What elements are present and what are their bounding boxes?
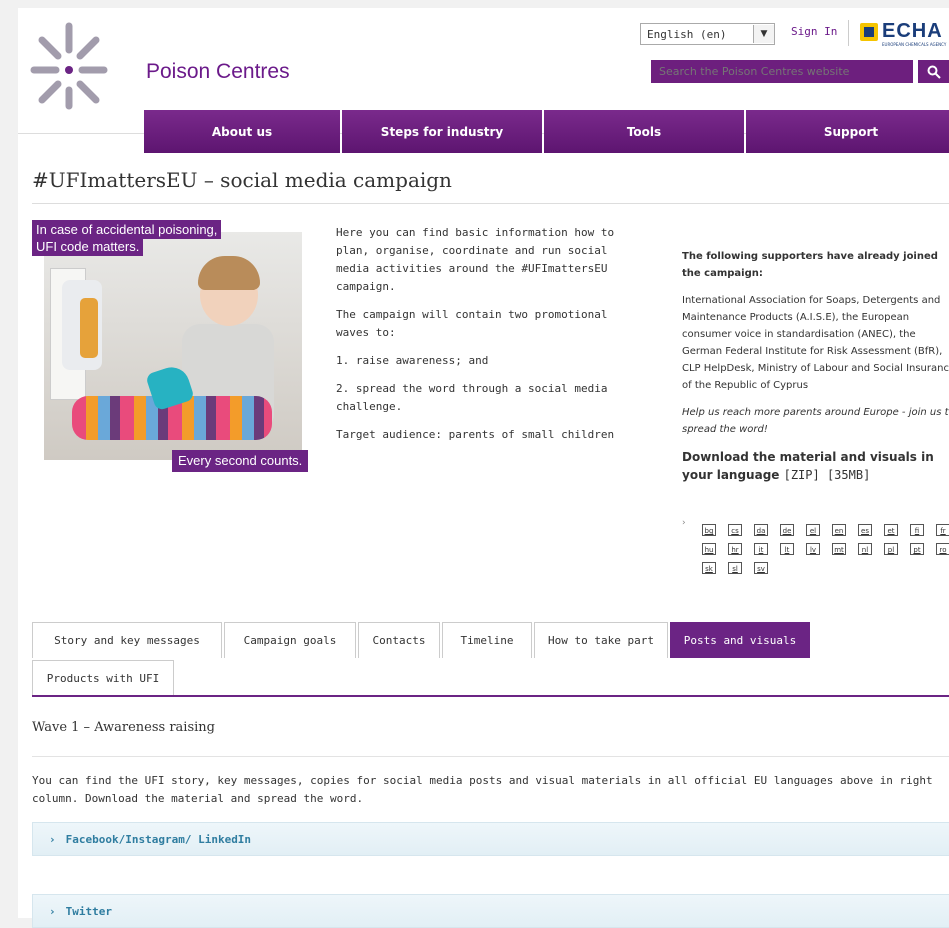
echa-logo-subtext: EUROPEAN CHEMICALS AGENCY	[882, 42, 947, 47]
chevron-right-icon: ›	[49, 832, 56, 846]
language-download-link[interactable]: hu	[702, 543, 716, 555]
language-download-link[interactable]: es	[858, 524, 872, 536]
echa-logo-text: ECHA	[882, 20, 943, 42]
poison-centres-logo[interactable]	[28, 18, 110, 110]
language-download-link[interactable]: et	[884, 524, 898, 536]
accordion-twitter[interactable]: › Twitter	[32, 894, 949, 928]
language-download-link[interactable]: bg	[702, 524, 716, 536]
page: Poison Centres English (en) ▼ Sign In EC…	[18, 8, 949, 928]
download-heading: Download the material and visuals in you…	[682, 448, 949, 484]
wave-rule	[32, 756, 949, 757]
language-download-link[interactable]: sl	[728, 562, 742, 574]
page-title: #UFImattersEU – social media campaign	[32, 168, 452, 192]
campaign-image: In case of accidental poisoning, UFI cod…	[32, 220, 314, 472]
language-download-link[interactable]: fi	[910, 524, 924, 536]
echa-logo-mark	[860, 23, 878, 41]
intro-text: Here you can find basic information how …	[336, 224, 626, 454]
accordion-label: Twitter	[65, 904, 112, 918]
intro-paragraph: Target audience: parents of small childr…	[336, 428, 615, 441]
language-download-link[interactable]: lt	[780, 543, 794, 555]
language-download-link[interactable]: da	[754, 524, 768, 536]
language-download-link[interactable]: pt	[910, 543, 924, 555]
search-button[interactable]	[916, 60, 949, 83]
intro-paragraph: The campaign will contain two promotiona…	[336, 308, 608, 339]
chevron-right-icon: ›	[682, 518, 686, 528]
language-select[interactable]: English (en) ▼	[640, 23, 775, 45]
tab-posts-and-visuals[interactable]: Posts and visuals	[670, 622, 810, 658]
chevron-down-icon[interactable]: ▼	[753, 25, 774, 43]
site-name[interactable]: Poison Centres	[146, 60, 290, 84]
language-download-link[interactable]: fr	[936, 524, 949, 536]
image-caption-top-2: UFI code matters.	[32, 237, 144, 256]
search-input[interactable]	[651, 60, 913, 83]
echa-logo[interactable]: ECHA EUROPEAN CHEMICALS AGENCY	[858, 20, 949, 48]
language-download-link[interactable]: pl	[884, 543, 898, 555]
language-download-link[interactable]: de	[780, 524, 794, 536]
supporters-column: The following supporters have already jo…	[682, 248, 949, 494]
download-meta: [ZIP] [35MB]	[783, 468, 871, 482]
tab-underline	[32, 695, 949, 697]
image-bottle-orange	[80, 298, 98, 358]
nav-item-tools[interactable]: Tools	[544, 110, 744, 153]
language-download-link[interactable]: ro	[936, 543, 949, 555]
nav-item-about-us[interactable]: About us	[144, 110, 340, 153]
supporters-list: International Association for Soaps, Det…	[682, 295, 949, 391]
tab-contacts[interactable]: Contacts	[358, 622, 440, 658]
accordion-facebook-instagram-linkedin[interactable]: › Facebook/Instagram/ LinkedIn	[32, 822, 949, 856]
language-download-link[interactable]: nl	[858, 543, 872, 555]
language-select-value: English (en)	[647, 27, 727, 41]
nav-item-support[interactable]: Support	[746, 110, 949, 153]
accordion-label: Facebook/Instagram/ LinkedIn	[65, 832, 252, 846]
wave-title: Wave 1 – Awareness raising	[32, 720, 215, 735]
intro-paragraph: Here you can find basic information how …	[336, 226, 615, 293]
tab-how-to-take-part[interactable]: How to take part	[534, 622, 668, 658]
supporters-heading: The following supporters have already jo…	[682, 251, 938, 279]
language-download-link[interactable]: sk	[702, 562, 716, 574]
nav-item-steps-for-industry[interactable]: Steps for industry	[342, 110, 542, 153]
intro-paragraph: 2. spread the word through a social medi…	[336, 382, 608, 413]
language-download-link[interactable]: it	[754, 543, 768, 555]
tab-story-and-key-messages[interactable]: Story and key messages	[32, 622, 222, 658]
search-icon	[927, 65, 941, 79]
title-rule	[32, 203, 949, 204]
tab-campaign-goals[interactable]: Campaign goals	[224, 622, 356, 658]
language-download-link[interactable]: cs	[728, 524, 742, 536]
language-download-link[interactable]: en	[832, 524, 846, 536]
language-download-link[interactable]: hr	[728, 543, 742, 555]
language-download-link[interactable]: mt	[832, 543, 846, 555]
language-download-link[interactable]: sv	[754, 562, 768, 574]
language-download-link[interactable]: lv	[806, 543, 820, 555]
header-divider	[848, 20, 849, 46]
chevron-right-icon: ›	[49, 904, 56, 918]
sign-in-link[interactable]: Sign In	[791, 25, 837, 38]
supporters-help: Help us reach more parents around Europe…	[682, 407, 949, 435]
language-download-link[interactable]: el	[806, 524, 820, 536]
intro-paragraph: 1. raise awareness; and	[336, 354, 489, 367]
tab-timeline[interactable]: Timeline	[442, 622, 532, 658]
tab-products-with-ufi[interactable]: Products with UFI	[32, 660, 174, 696]
image-caption-bottom: Every second counts.	[172, 450, 309, 472]
wave-text: You can find the UFI story, key messages…	[32, 774, 933, 805]
main-nav: About us Steps for industry Tools Suppor…	[144, 110, 949, 153]
